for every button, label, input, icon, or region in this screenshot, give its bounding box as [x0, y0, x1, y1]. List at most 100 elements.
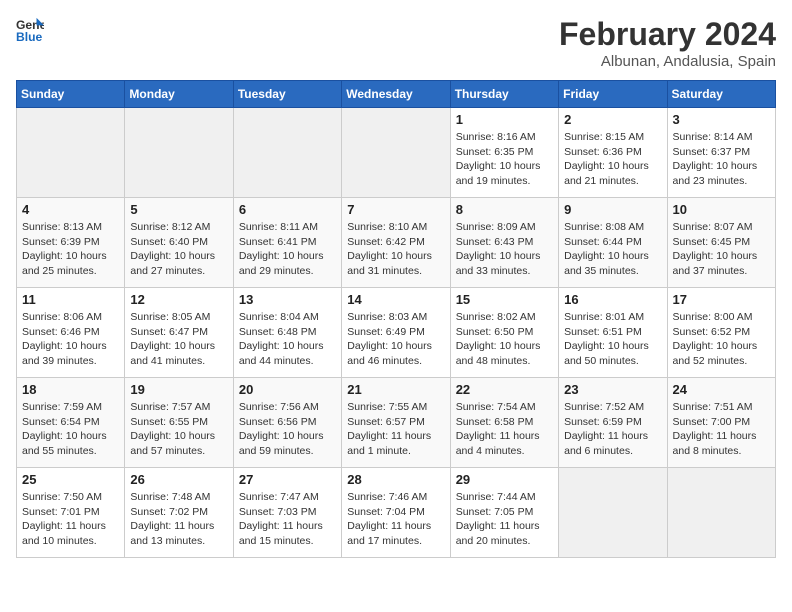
- calendar-cell: 20Sunrise: 7:56 AM Sunset: 6:56 PM Dayli…: [233, 378, 341, 468]
- day-info: Sunrise: 7:57 AM Sunset: 6:55 PM Dayligh…: [130, 400, 227, 459]
- calendar-cell: 28 Sunrise: 7:46 AM Sunset: 7:04 PM Dayli…: [342, 468, 450, 558]
- day-number: 26: [130, 472, 227, 487]
- day-number: 23: [564, 382, 661, 397]
- day-number: 17: [673, 292, 770, 307]
- day-number: 3: [673, 112, 770, 127]
- calendar-table: SundayMondayTuesdayWednesdayThursdayFrid…: [16, 80, 776, 558]
- weekday-header: Tuesday: [233, 81, 341, 108]
- day-number: 9: [564, 202, 661, 217]
- day-info: Sunrise: 7:52 AM Sunset: 6:59 PM Dayligh…: [564, 400, 661, 459]
- day-info: Sunrise: 8:07 AM Sunset: 6:45 PM Dayligh…: [673, 220, 770, 279]
- day-info: Sunrise: 7:51 AM Sunset: 7:00 PM Dayligh…: [673, 400, 770, 459]
- weekday-header: Wednesday: [342, 81, 450, 108]
- day-number: 11: [22, 292, 119, 307]
- day-number: 18: [22, 382, 119, 397]
- day-number: 5: [130, 202, 227, 217]
- logo: General Blue: [16, 16, 44, 44]
- day-number: 15: [456, 292, 553, 307]
- calendar-cell: [17, 108, 125, 198]
- calendar-week-row: 11Sunrise: 8:06 AM Sunset: 6:46 PM Dayli…: [17, 288, 776, 378]
- weekday-header: Friday: [559, 81, 667, 108]
- weekday-header: Monday: [125, 81, 233, 108]
- day-info: Sunrise: 7:44 AM Sunset: 7:05 PM Dayligh…: [456, 490, 553, 549]
- calendar-cell: 3Sunrise: 8:14 AM Sunset: 6:37 PM Daylig…: [667, 108, 775, 198]
- day-info: Sunrise: 7:46 AM Sunset: 7:04 PM Dayligh…: [347, 490, 444, 549]
- day-info: Sunrise: 8:16 AM Sunset: 6:35 PM Dayligh…: [456, 130, 553, 189]
- day-info: Sunrise: 7:48 AM Sunset: 7:02 PM Dayligh…: [130, 490, 227, 549]
- calendar-cell: 5 Sunrise: 8:12 AM Sunset: 6:40 PM Daylig…: [125, 198, 233, 288]
- subtitle: Albunan, Andalusia, Spain: [559, 53, 776, 70]
- calendar-cell: 2 Sunrise: 8:15 AM Sunset: 6:36 PM Daylig…: [559, 108, 667, 198]
- calendar-cell: 1 Sunrise: 8:16 AM Sunset: 6:35 PM Daylig…: [450, 108, 558, 198]
- day-info: Sunrise: 8:11 AM Sunset: 6:41 PM Dayligh…: [239, 220, 336, 279]
- day-number: 10: [673, 202, 770, 217]
- calendar-cell: 24 Sunrise: 7:51 AM Sunset: 7:00 PM Dayli…: [667, 378, 775, 468]
- calendar-week-row: 18 Sunrise: 7:59 AM Sunset: 6:54 PM Dayli…: [17, 378, 776, 468]
- calendar-cell: 10 Sunrise: 8:07 AM Sunset: 6:45 PM Dayli…: [667, 198, 775, 288]
- main-title: February 2024: [559, 16, 776, 53]
- day-number: 27: [239, 472, 336, 487]
- day-info: Sunrise: 8:04 AM Sunset: 6:48 PM Dayligh…: [239, 310, 336, 369]
- day-info: Sunrise: 7:54 AM Sunset: 6:58 PM Dayligh…: [456, 400, 553, 459]
- calendar-cell: 15Sunrise: 8:02 AM Sunset: 6:50 PM Dayli…: [450, 288, 558, 378]
- logo-icon: General Blue: [16, 16, 44, 44]
- day-info: Sunrise: 8:00 AM Sunset: 6:52 PM Dayligh…: [673, 310, 770, 369]
- day-info: Sunrise: 7:59 AM Sunset: 6:54 PM Dayligh…: [22, 400, 119, 459]
- calendar-cell: [559, 468, 667, 558]
- calendar-cell: 17 Sunrise: 8:00 AM Sunset: 6:52 PM Dayli…: [667, 288, 775, 378]
- day-number: 20: [239, 382, 336, 397]
- day-info: Sunrise: 7:50 AM Sunset: 7:01 PM Dayligh…: [22, 490, 119, 549]
- day-info: Sunrise: 8:13 AM Sunset: 6:39 PM Dayligh…: [22, 220, 119, 279]
- day-number: 1: [456, 112, 553, 127]
- calendar-cell: 21 Sunrise: 7:55 AM Sunset: 6:57 PM Dayli…: [342, 378, 450, 468]
- day-number: 29: [456, 472, 553, 487]
- calendar-cell: 19 Sunrise: 7:57 AM Sunset: 6:55 PM Dayli…: [125, 378, 233, 468]
- day-info: Sunrise: 7:47 AM Sunset: 7:03 PM Dayligh…: [239, 490, 336, 549]
- calendar-cell: 12 Sunrise: 8:05 AM Sunset: 6:47 PM Dayli…: [125, 288, 233, 378]
- day-info: Sunrise: 8:10 AM Sunset: 6:42 PM Dayligh…: [347, 220, 444, 279]
- day-number: 12: [130, 292, 227, 307]
- day-number: 6: [239, 202, 336, 217]
- day-info: Sunrise: 8:05 AM Sunset: 6:47 PM Dayligh…: [130, 310, 227, 369]
- calendar-cell: 11Sunrise: 8:06 AM Sunset: 6:46 PM Dayli…: [17, 288, 125, 378]
- day-number: 7: [347, 202, 444, 217]
- day-info: Sunrise: 8:12 AM Sunset: 6:40 PM Dayligh…: [130, 220, 227, 279]
- calendar-cell: 23 Sunrise: 7:52 AM Sunset: 6:59 PM Dayli…: [559, 378, 667, 468]
- day-number: 19: [130, 382, 227, 397]
- calendar-cell: [125, 108, 233, 198]
- day-info: Sunrise: 8:03 AM Sunset: 6:49 PM Dayligh…: [347, 310, 444, 369]
- calendar-cell: 7 Sunrise: 8:10 AM Sunset: 6:42 PM Daylig…: [342, 198, 450, 288]
- day-number: 14: [347, 292, 444, 307]
- calendar-cell: 9Sunrise: 8:08 AM Sunset: 6:44 PM Daylig…: [559, 198, 667, 288]
- weekday-header: Sunday: [17, 81, 125, 108]
- calendar-cell: 18 Sunrise: 7:59 AM Sunset: 6:54 PM Dayli…: [17, 378, 125, 468]
- weekday-header: Thursday: [450, 81, 558, 108]
- day-info: Sunrise: 8:15 AM Sunset: 6:36 PM Dayligh…: [564, 130, 661, 189]
- day-number: 28: [347, 472, 444, 487]
- day-number: 25: [22, 472, 119, 487]
- calendar-cell: [342, 108, 450, 198]
- page-header: General Blue February 2024 Albunan, Anda…: [16, 16, 776, 70]
- calendar-week-row: 4Sunrise: 8:13 AM Sunset: 6:39 PM Daylig…: [17, 198, 776, 288]
- calendar-cell: 22 Sunrise: 7:54 AM Sunset: 6:58 PM Dayli…: [450, 378, 558, 468]
- calendar-cell: 27 Sunrise: 7:47 AM Sunset: 7:03 PM Dayli…: [233, 468, 341, 558]
- calendar-cell: 6 Sunrise: 8:11 AM Sunset: 6:41 PM Daylig…: [233, 198, 341, 288]
- day-number: 2: [564, 112, 661, 127]
- calendar-cell: 25 Sunrise: 7:50 AM Sunset: 7:01 PM Dayli…: [17, 468, 125, 558]
- calendar-cell: 26 Sunrise: 7:48 AM Sunset: 7:02 PM Dayli…: [125, 468, 233, 558]
- day-number: 16: [564, 292, 661, 307]
- calendar-cell: 29 Sunrise: 7:44 AM Sunset: 7:05 PM Dayli…: [450, 468, 558, 558]
- day-info: Sunrise: 7:55 AM Sunset: 6:57 PM Dayligh…: [347, 400, 444, 459]
- day-number: 24: [673, 382, 770, 397]
- day-info: Sunrise: 8:01 AM Sunset: 6:51 PM Dayligh…: [564, 310, 661, 369]
- svg-text:Blue: Blue: [16, 30, 43, 44]
- calendar-cell: 8Sunrise: 8:09 AM Sunset: 6:43 PM Daylig…: [450, 198, 558, 288]
- calendar-cell: [667, 468, 775, 558]
- calendar-cell: 4Sunrise: 8:13 AM Sunset: 6:39 PM Daylig…: [17, 198, 125, 288]
- calendar-header: SundayMondayTuesdayWednesdayThursdayFrid…: [17, 81, 776, 108]
- day-number: 21: [347, 382, 444, 397]
- calendar-cell: 16 Sunrise: 8:01 AM Sunset: 6:51 PM Dayli…: [559, 288, 667, 378]
- day-number: 22: [456, 382, 553, 397]
- day-number: 13: [239, 292, 336, 307]
- day-number: 8: [456, 202, 553, 217]
